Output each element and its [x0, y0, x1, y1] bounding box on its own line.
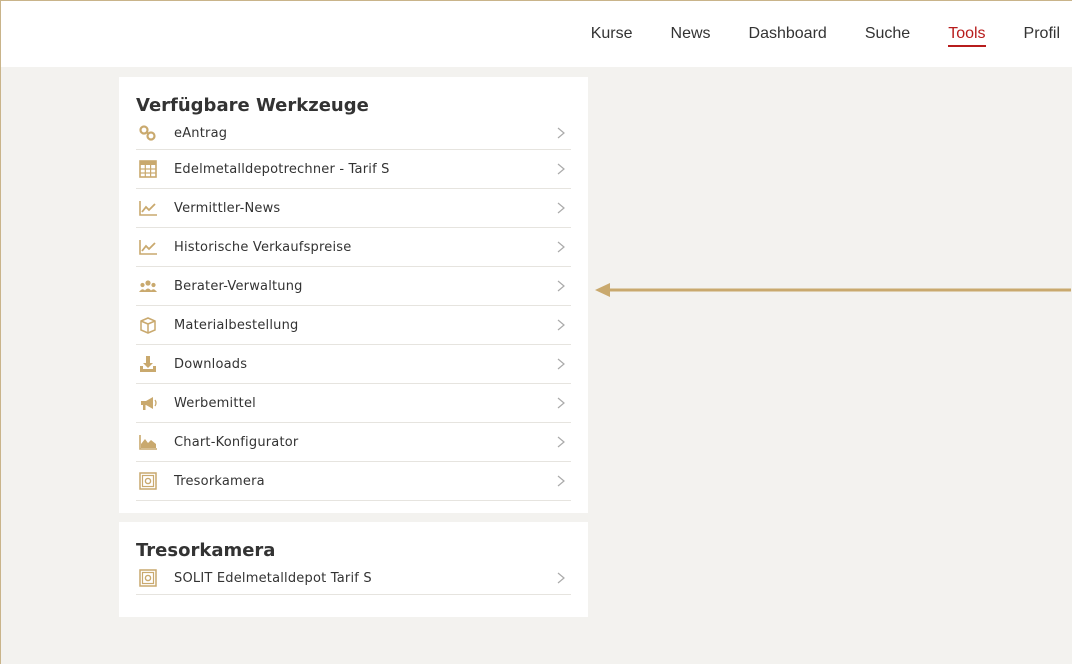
tool-item-tresorkamera[interactable]: Tresorkamera [136, 462, 571, 501]
tool-item-chart-konfigurator[interactable]: Chart-Konfigurator [136, 423, 571, 462]
tool-item-downloads[interactable]: Downloads [136, 345, 571, 384]
chevron-right-icon [557, 572, 565, 584]
tool-item-label: Chart-Konfigurator [174, 434, 299, 450]
nav-tools[interactable]: Tools [948, 25, 986, 47]
chevron-right-icon [557, 127, 565, 139]
calculator-icon [138, 160, 158, 178]
tool-item-label: Tresorkamera [174, 473, 265, 489]
camera-item-solit[interactable]: SOLIT Edelmetalldepot Tarif S [136, 562, 571, 595]
tool-item-label: Historische Verkaufspreise [174, 239, 352, 255]
nav-profil[interactable]: Profil [1024, 25, 1060, 47]
top-navigation-bar: Kurse News Dashboard Suche Tools Profil [1, 1, 1072, 67]
tools-card-title: Verfügbare Werkzeuge [136, 95, 369, 116]
tool-item-label: eAntrag [174, 125, 228, 141]
tool-item-label: Edelmetalldepotrechner - Tarif S [174, 161, 390, 177]
camera-card-title: Tresorkamera [136, 540, 276, 561]
tool-item-vermittler-news[interactable]: Vermittler-News [136, 189, 571, 228]
nav-suche[interactable]: Suche [865, 25, 910, 47]
megaphone-icon [138, 394, 158, 412]
camera-item-label: SOLIT Edelmetalldepot Tarif S [174, 570, 372, 586]
chevron-right-icon [557, 202, 565, 214]
line-chart-icon [138, 238, 158, 256]
download-icon [138, 355, 158, 373]
tool-item-eantrag[interactable]: eAntrag [136, 117, 571, 150]
area-chart-icon [138, 433, 158, 451]
tool-item-edelmetalldepotrechner[interactable]: Edelmetalldepotrechner - Tarif S [136, 150, 571, 189]
chevron-right-icon [557, 319, 565, 331]
nav-kurse[interactable]: Kurse [591, 25, 633, 47]
chevron-right-icon [557, 358, 565, 370]
tool-item-historische-verkaufspreise[interactable]: Historische Verkaufspreise [136, 228, 571, 267]
camera-list: SOLIT Edelmetalldepot Tarif S [136, 562, 571, 595]
tools-card: Verfügbare Werkzeuge eAntrag Edelmetalld… [119, 77, 588, 513]
tool-item-label: Vermittler-News [174, 200, 281, 216]
safe-icon [138, 472, 158, 490]
nav-news[interactable]: News [671, 25, 711, 47]
tool-item-label: Downloads [174, 356, 248, 372]
nav-dashboard[interactable]: Dashboard [749, 25, 827, 47]
tool-item-berater-verwaltung[interactable]: Berater-Verwaltung [136, 267, 571, 306]
chevron-right-icon [557, 397, 565, 409]
chevron-right-icon [557, 163, 565, 175]
camera-card: Tresorkamera SOLIT Edelmetalldepot Tarif… [119, 522, 588, 617]
tool-item-label: Berater-Verwaltung [174, 278, 303, 294]
chevron-right-icon [557, 241, 565, 253]
pointer-arrow [595, 283, 1071, 297]
tools-list: eAntrag Edelmetalldepotrechner - Tarif S… [136, 117, 571, 501]
safe-icon [138, 569, 158, 587]
tool-item-werbemittel[interactable]: Werbemittel [136, 384, 571, 423]
tool-item-label: Materialbestellung [174, 317, 299, 333]
box-icon [138, 316, 158, 334]
line-chart-icon [138, 199, 158, 217]
link-icon [138, 124, 158, 142]
tool-item-materialbestellung[interactable]: Materialbestellung [136, 306, 571, 345]
chevron-right-icon [557, 475, 565, 487]
chevron-right-icon [557, 280, 565, 292]
main-nav: Kurse News Dashboard Suche Tools Profil [553, 25, 1060, 47]
tool-item-label: Werbemittel [174, 395, 256, 411]
users-icon [138, 277, 158, 295]
chevron-right-icon [557, 436, 565, 448]
